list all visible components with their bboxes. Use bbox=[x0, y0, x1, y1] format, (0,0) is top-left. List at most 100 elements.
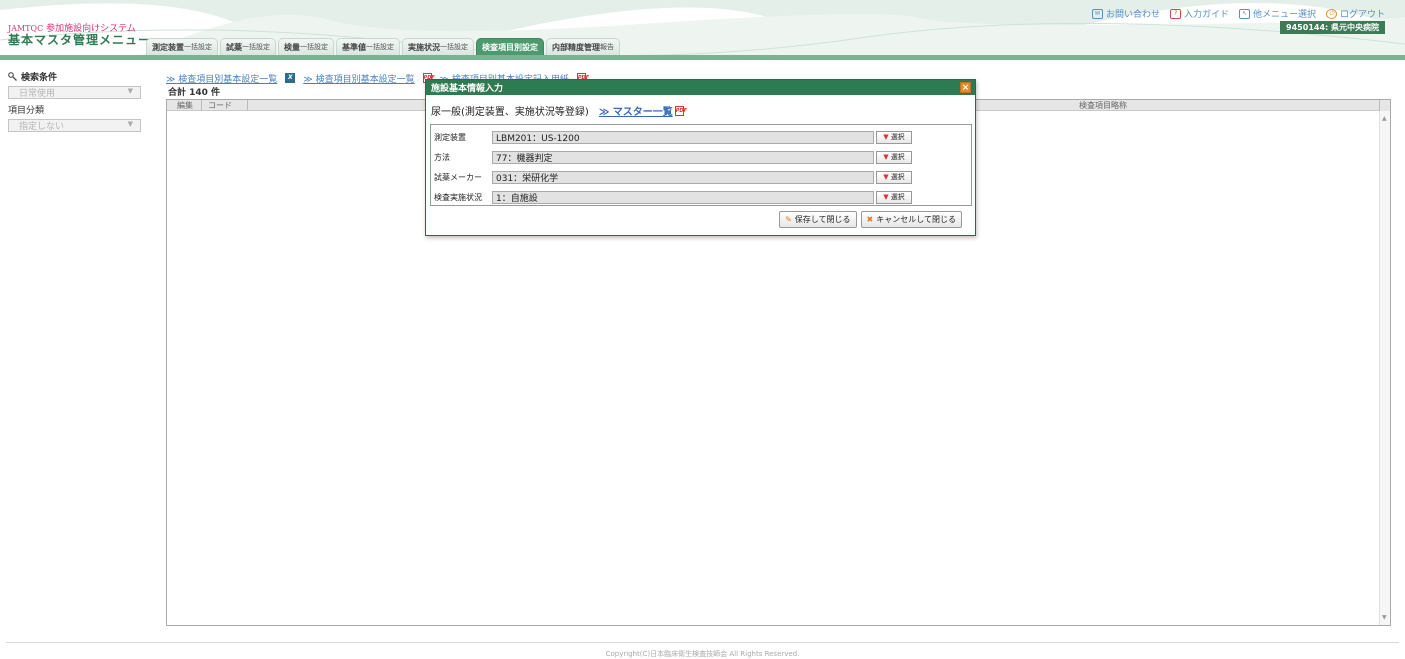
usage-select-value: 日常使用 bbox=[19, 89, 56, 99]
tab-label: 検査項目別設定 bbox=[482, 42, 538, 52]
tab-test-item-settings[interactable]: 検査項目別設定 bbox=[476, 38, 544, 55]
grid-scrollbar[interactable]: ▲ ▼ bbox=[1379, 111, 1390, 625]
dialog-buttons: ✎ 保存して閉じる ✖ キャンセルして閉じる bbox=[779, 211, 962, 228]
logout-label: ログアウト bbox=[1339, 10, 1385, 20]
tab-bar: 測定装置 一括設定 試薬 一括設定 検量 一括設定 基準値 一括設定 実施状況 一括設定 … bbox=[146, 35, 620, 55]
guide-link[interactable]: ? 入力ガイド bbox=[1169, 7, 1229, 20]
tab-label: 測定装置 bbox=[152, 42, 184, 52]
category-select[interactable]: 指定しない ▼ bbox=[8, 119, 141, 132]
logout-link[interactable]: ⏻ ログアウト bbox=[1325, 7, 1385, 20]
search-title: 検索条件 bbox=[8, 70, 144, 83]
tab-internal-qc[interactable]: 内部精度管理 報告 bbox=[546, 38, 620, 55]
tab-reagent[interactable]: 試薬 一括設定 bbox=[220, 38, 276, 55]
tab-label: 試薬 bbox=[226, 42, 242, 52]
field-row-status: 検査実施状況 1：自施設 ▼ 選択 bbox=[434, 189, 970, 205]
scroll-down-icon[interactable]: ▼ bbox=[1382, 614, 1387, 621]
settings-list-excel-link[interactable]: ≫ 検査項目別基本設定一覧 bbox=[166, 72, 277, 85]
select-method-button[interactable]: ▼ 選択 bbox=[876, 150, 912, 164]
cross-icon: ✖ bbox=[866, 215, 874, 224]
cancel-close-button[interactable]: ✖ キャンセルして閉じる bbox=[860, 211, 962, 228]
dialog-subtitle-row: 尿一般(測定装置、実施状況等登録) ≫ マスター一覧 PDF bbox=[431, 103, 975, 118]
triangle-down-icon: ▼ bbox=[883, 173, 889, 181]
footer: Copyright(C)日本臨床衛生検査技師会 All Rights Reser… bbox=[6, 642, 1399, 659]
master-list-link[interactable]: ≫ マスター一覧 bbox=[599, 103, 673, 118]
tab-label: 基準値 bbox=[342, 42, 366, 52]
key-icon bbox=[8, 72, 17, 81]
field-label: 試薬メーカー bbox=[434, 172, 482, 182]
field-label: 測定装置 bbox=[434, 132, 466, 142]
usage-select[interactable]: 日常使用 ▼ bbox=[8, 86, 141, 99]
tab-suffix: 報告 bbox=[600, 43, 614, 51]
power-icon: ⏻ bbox=[1325, 8, 1337, 19]
other-menu-label: 他メニュー選択 bbox=[1252, 10, 1316, 20]
tab-calibration[interactable]: 検量 一括設定 bbox=[278, 38, 334, 55]
tab-label: 内部精度管理 bbox=[552, 42, 600, 52]
search-panel: 検索条件 日常使用 ▼ 項目分類 指定しない ▼ bbox=[8, 70, 144, 132]
master-list-group: ≫ マスター一覧 PDF bbox=[599, 103, 687, 118]
chevron-down-icon: ▼ bbox=[127, 120, 133, 128]
other-menu-link[interactable]: ↖ 他メニュー選択 bbox=[1238, 7, 1316, 20]
guide-label: 入力ガイド bbox=[1183, 10, 1229, 20]
tab-label: 実施状況 bbox=[408, 42, 440, 52]
tab-label: 検量 bbox=[284, 42, 300, 52]
device-field[interactable]: LBM201：US-1200 bbox=[492, 130, 874, 144]
chevron-down-icon: ▼ bbox=[127, 87, 133, 95]
tab-suffix: 一括設定 bbox=[366, 43, 394, 51]
search-title-label: 検索条件 bbox=[21, 73, 58, 83]
field-row-device: 測定装置 LBM201：US-1200 ▼ 選択 bbox=[434, 129, 970, 145]
status-field[interactable]: 1：自施設 bbox=[492, 190, 874, 204]
excel-icon[interactable]: X bbox=[285, 73, 296, 83]
scroll-up-icon[interactable]: ▲ bbox=[1382, 115, 1387, 122]
facility-badge: 9450144: 県元中央病院 bbox=[1280, 21, 1385, 34]
dialog-form: 測定装置 LBM201：US-1200 ▼ 選択 方法 77：機器判定 ▼ 選択 試… bbox=[430, 124, 972, 206]
select-button-label: 選択 bbox=[890, 153, 905, 161]
mail-icon: ✉ bbox=[1091, 8, 1103, 19]
cursor-icon: ↖ bbox=[1238, 8, 1250, 19]
pdf-icon[interactable]: PDF bbox=[674, 105, 687, 116]
select-status-button[interactable]: ▼ 選択 bbox=[876, 190, 912, 204]
tab-implementation-status[interactable]: 実施状況 一括設定 bbox=[402, 38, 474, 55]
facility-info-dialog: 施設基本情報入力 × 尿一般(測定装置、実施状況等登録) ≫ マスター一覧 PD… bbox=[425, 79, 976, 236]
column-code[interactable]: コード bbox=[202, 99, 248, 111]
field-row-method: 方法 77：機器判定 ▼ 選択 bbox=[434, 149, 970, 165]
header-links: ✉ お問い合わせ ? 入力ガイド ↖ 他メニュー選択 ⏻ ログアウト bbox=[1091, 7, 1385, 20]
column-edit[interactable]: 編集 bbox=[167, 99, 202, 111]
grid-corner bbox=[1379, 100, 1390, 111]
copyright: Copyright(C)日本臨床衛生検査技師会 All Rights Reser… bbox=[605, 650, 800, 658]
tab-suffix: 一括設定 bbox=[440, 43, 468, 51]
contact-label: お問い合わせ bbox=[1105, 10, 1160, 20]
app-title: 基本マスタ管理メニュー bbox=[8, 33, 152, 47]
field-label: 方法 bbox=[434, 152, 450, 162]
select-device-button[interactable]: ▼ 選択 bbox=[876, 130, 912, 144]
tab-suffix: 一括設定 bbox=[184, 43, 212, 51]
header-divider bbox=[0, 55, 1405, 60]
close-icon[interactable]: × bbox=[960, 82, 971, 93]
method-field[interactable]: 77：機器判定 bbox=[492, 150, 874, 164]
tab-suffix: 一括設定 bbox=[300, 43, 328, 51]
select-button-label: 選択 bbox=[890, 193, 905, 201]
dialog-subtitle: 尿一般(測定装置、実施状況等登録) bbox=[431, 107, 589, 118]
cancel-close-label: キャンセルして閉じる bbox=[876, 215, 956, 224]
dialog-title: 施設基本情報入力 bbox=[431, 84, 504, 94]
contact-link[interactable]: ✉ お問い合わせ bbox=[1091, 7, 1160, 20]
select-button-label: 選択 bbox=[890, 133, 905, 141]
save-close-label: 保存して閉じる bbox=[794, 215, 851, 224]
category-label: 項目分類 bbox=[8, 106, 45, 116]
tab-suffix: 一括設定 bbox=[242, 43, 270, 51]
triangle-down-icon: ▼ bbox=[883, 133, 889, 141]
settings-list-pdf-link[interactable]: ≫ 検査項目別基本設定一覧 bbox=[303, 72, 414, 85]
dialog-titlebar: 施設基本情報入力 × bbox=[426, 80, 975, 95]
category-select-value: 指定しない bbox=[19, 122, 65, 132]
select-button-label: 選択 bbox=[890, 173, 905, 181]
reagent-maker-field[interactable]: 031：栄研化学 bbox=[492, 170, 874, 184]
pencil-icon: ✎ bbox=[785, 215, 792, 224]
triangle-down-icon: ▼ bbox=[883, 153, 889, 161]
tab-reference-value[interactable]: 基準値 一括設定 bbox=[336, 38, 400, 55]
triangle-down-icon: ▼ bbox=[883, 193, 889, 201]
field-row-reagent-maker: 試薬メーカー 031：栄研化学 ▼ 選択 bbox=[434, 169, 970, 185]
field-label: 検査実施状況 bbox=[434, 192, 482, 202]
app-header: JAMTQC 参加施設向けシステム 基本マスタ管理メニュー 測定装置 一括設定 試… bbox=[0, 0, 1405, 60]
save-close-button[interactable]: ✎ 保存して閉じる bbox=[779, 211, 857, 228]
select-reagent-maker-button[interactable]: ▼ 選択 bbox=[876, 170, 912, 184]
tab-measuring-device[interactable]: 測定装置 一括設定 bbox=[146, 38, 218, 55]
